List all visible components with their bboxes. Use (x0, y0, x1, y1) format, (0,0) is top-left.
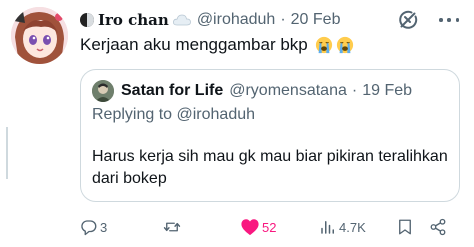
share-button[interactable] (429, 215, 447, 239)
tweet-text-container: Kerjaan aku menggambar bkp (80, 34, 354, 56)
separator-dot: · (280, 11, 286, 28)
more-dot (439, 18, 443, 22)
loudly-crying-face-icon (316, 36, 333, 54)
quoted-date[interactable]: 19 Feb (362, 82, 412, 100)
bookmark-button[interactable] (396, 215, 414, 239)
author-name[interactable]: Iro chan (98, 11, 169, 29)
quoted-tweet[interactable]: Satan for Life @ryomensatana · 19 Feb Re… (80, 69, 460, 202)
tweet-header: Iro chan @irohaduh · 20 Feb (80, 9, 340, 31)
cloud-icon (172, 14, 191, 26)
action-bar: 3 52 4.7K (80, 215, 470, 239)
tweet-date[interactable]: 20 Feb (291, 11, 341, 29)
bookmark-icon (399, 219, 411, 235)
reply-count: 3 (100, 219, 108, 235)
retweet-icon (163, 222, 181, 232)
reply-button[interactable]: 3 (80, 215, 107, 239)
tweet-text: Kerjaan aku menggambar bkp (80, 35, 308, 54)
heart-icon (241, 219, 259, 236)
views-button[interactable]: 4.7K (319, 215, 366, 239)
share-icon (430, 218, 446, 236)
like-button[interactable]: 52 (240, 215, 276, 239)
avatar[interactable] (11, 7, 68, 64)
more-dot (447, 18, 451, 22)
thread-line (6, 127, 8, 179)
retweet-button[interactable] (162, 215, 184, 239)
quoted-author-name[interactable]: Satan for Life (121, 82, 223, 100)
replying-to-handle[interactable]: @irohaduh (177, 106, 256, 123)
avatar-image (11, 7, 68, 64)
reply-icon (81, 220, 97, 236)
quoted-tweet-text: Harus kerja sih mau gk mau biar pikiran … (92, 148, 448, 187)
view-count: 4.7K (339, 219, 366, 235)
quoted-header: Satan for Life @ryomensatana · 19 Feb (121, 80, 412, 102)
more-options-icon[interactable] (439, 12, 459, 28)
quoted-avatar-image (92, 80, 114, 102)
loudly-crying-face-icon (337, 36, 354, 54)
moon-icon (80, 13, 94, 27)
grok-icon[interactable] (396, 8, 420, 32)
quoted-avatar[interactable] (92, 80, 114, 102)
analytics-icon (321, 221, 334, 234)
author-handle[interactable]: @irohaduh (197, 11, 276, 29)
quoted-author-handle[interactable]: @ryomensatana (229, 82, 347, 100)
separator-dot: · (351, 82, 358, 99)
more-dot (455, 18, 459, 22)
like-count: 52 (262, 219, 277, 235)
replying-to-label: Replying to (92, 106, 173, 123)
replying-to: Replying to @irohaduh (92, 106, 255, 124)
